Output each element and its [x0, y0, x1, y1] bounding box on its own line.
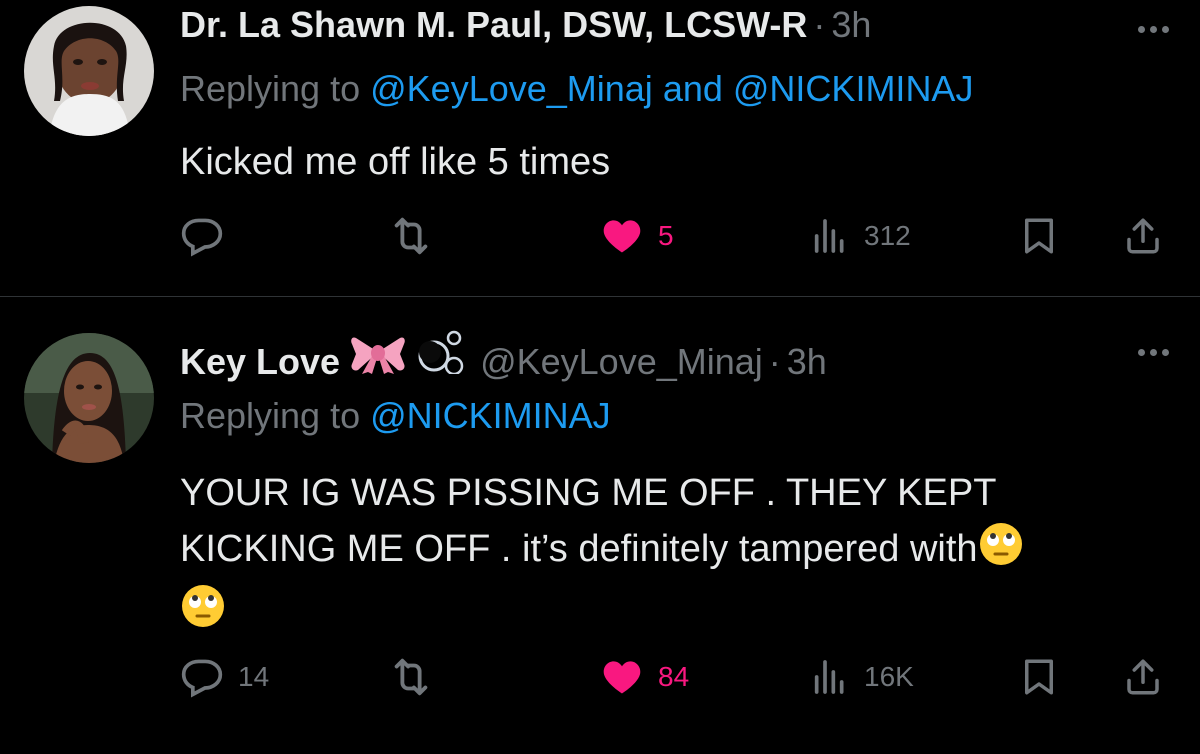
tweet-card[interactable]: Dr. La Shawn M. Paul, DSW, LCSW-R · 3h R… — [0, 0, 1200, 296]
like-button[interactable]: 5 — [600, 211, 674, 261]
avatar-image — [24, 6, 154, 136]
mention-link[interactable]: @NICKIMINAJ — [370, 395, 611, 436]
author-name[interactable]: Dr. La Shawn M. Paul, DSW, LCSW-R — [180, 4, 807, 46]
like-count: 5 — [658, 220, 674, 251]
reply-icon — [181, 218, 223, 257]
tweet-text-line: YOUR IG WAS PISSING ME OFF . THEY KEPT — [180, 472, 997, 514]
tweet-text-line-3 — [180, 583, 1180, 645]
share-icon — [1127, 218, 1159, 254]
mention-link[interactable]: @NICKIMINAJ — [733, 68, 974, 109]
reply-icon — [181, 659, 223, 698]
replying-prefix: Replying to — [180, 68, 371, 109]
tweet-card[interactable]: Key Love @KeyLove_Minaj · 3h Replying to… — [0, 297, 1200, 754]
views-button[interactable]: 16K — [810, 652, 914, 702]
replying-to: Replying to @NICKIMINAJ — [180, 395, 611, 437]
ribbon-bow-emoji — [350, 334, 406, 379]
more-icon[interactable] — [1130, 337, 1176, 367]
author-name[interactable]: Key Love — [180, 341, 340, 383]
author-handle[interactable]: @KeyLove_Minaj — [480, 341, 763, 383]
action-bar: 5 312 — [180, 211, 1170, 261]
eye-roll-emoji — [180, 583, 226, 645]
bookmark-button[interactable] — [1018, 652, 1060, 702]
retweet-icon — [394, 658, 428, 696]
bookmark-button[interactable] — [1018, 211, 1060, 261]
like-count: 84 — [658, 661, 690, 692]
heart-icon — [603, 661, 641, 694]
action-bar: 14 84 16K — [180, 652, 1170, 702]
mention-joiner: and — [652, 68, 733, 109]
bubbles-emoji — [416, 330, 466, 379]
tweet-text: YOUR IG WAS PISSING ME OFF . THEY KEPT K… — [180, 465, 1180, 645]
bookmark-icon — [1025, 218, 1053, 254]
share-button[interactable] — [1122, 652, 1164, 702]
eye-roll-emoji — [978, 521, 1024, 583]
tweet-text-line-2: KICKING ME OFF . it’s definitely tampere… — [180, 521, 1180, 583]
views-button[interactable]: 312 — [810, 211, 911, 261]
tweet-text-line: Kicked me off like 5 times — [180, 141, 611, 183]
retweet-button[interactable] — [388, 211, 434, 261]
avatar[interactable] — [24, 333, 154, 463]
share-icon — [1127, 659, 1159, 695]
view-count: 16K — [864, 661, 914, 692]
avatar[interactable] — [24, 6, 154, 136]
tweet-header: Key Love @KeyLove_Minaj · 3h — [180, 330, 827, 383]
bookmark-icon — [1025, 659, 1053, 695]
heart-icon — [603, 220, 641, 253]
retweet-button[interactable] — [388, 652, 434, 702]
timestamp[interactable]: 3h — [831, 4, 871, 46]
views-icon — [814, 660, 844, 694]
share-button[interactable] — [1122, 211, 1164, 261]
separator-dot: · — [813, 4, 826, 45]
replying-to: Replying to @KeyLove_Minaj and @NICKIMIN… — [180, 68, 973, 110]
mention-link[interactable]: @KeyLove_Minaj — [370, 68, 653, 109]
timestamp[interactable]: 3h — [787, 341, 827, 383]
view-count: 312 — [864, 220, 911, 251]
retweet-icon — [394, 217, 428, 255]
reply-button[interactable] — [180, 211, 224, 261]
separator-dot: · — [768, 341, 781, 382]
views-icon — [814, 219, 844, 253]
reply-button[interactable]: 14 — [180, 652, 269, 702]
tweet-header: Dr. La Shawn M. Paul, DSW, LCSW-R · 3h — [180, 4, 871, 54]
like-button[interactable]: 84 — [600, 652, 689, 702]
avatar-image — [24, 333, 154, 463]
replying-prefix: Replying to — [180, 395, 371, 436]
reply-count: 14 — [238, 661, 270, 692]
more-icon[interactable] — [1130, 14, 1176, 44]
tweet-text: Kicked me off like 5 times — [180, 134, 610, 190]
